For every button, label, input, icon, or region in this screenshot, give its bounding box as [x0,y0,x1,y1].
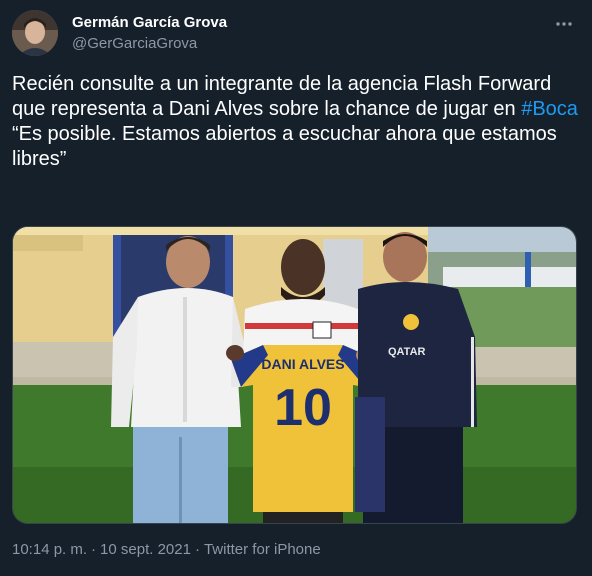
tweet-quote: “Es posible. Estamos abiertos a escuchar… [12,123,557,170]
tweet-time[interactable]: 10:14 p. m. [12,541,87,558]
photo-image: DANI ALVES 10 QATAR [13,227,576,523]
tweet-photo[interactable]: DANI ALVES 10 QATAR [12,226,577,524]
tweet-meta: 10:14 p. m. · 10 sept. 2021 · Twitter for iP… [12,541,321,558]
svg-text:QATAR: QATAR [388,346,426,358]
jersey-name-text: DANI ALVES [261,356,344,372]
jersey-number-text: 10 [274,379,332,437]
tweet-text-body: Recién consulte a un integrante de la ag… [12,73,552,120]
meta-separator: · [194,541,200,558]
author-name[interactable]: Germán García Grova [72,14,227,31]
author-handle[interactable]: @GerGarciaGrova [72,35,197,52]
tweet-source[interactable]: Twitter for iPhone [204,541,321,558]
avatar[interactable] [12,10,58,56]
meta-separator: · [91,541,97,558]
tweet-date[interactable]: 10 sept. 2021 [100,541,191,558]
more-options-icon[interactable] [554,14,574,34]
avatar-image [12,10,58,56]
tweet-text: Recién consulte a un integrante de la ag… [12,72,582,172]
tweet: Germán García Grova @GerGarciaGrova Reci… [0,0,592,576]
hashtag-link[interactable]: #Boca [521,98,578,120]
